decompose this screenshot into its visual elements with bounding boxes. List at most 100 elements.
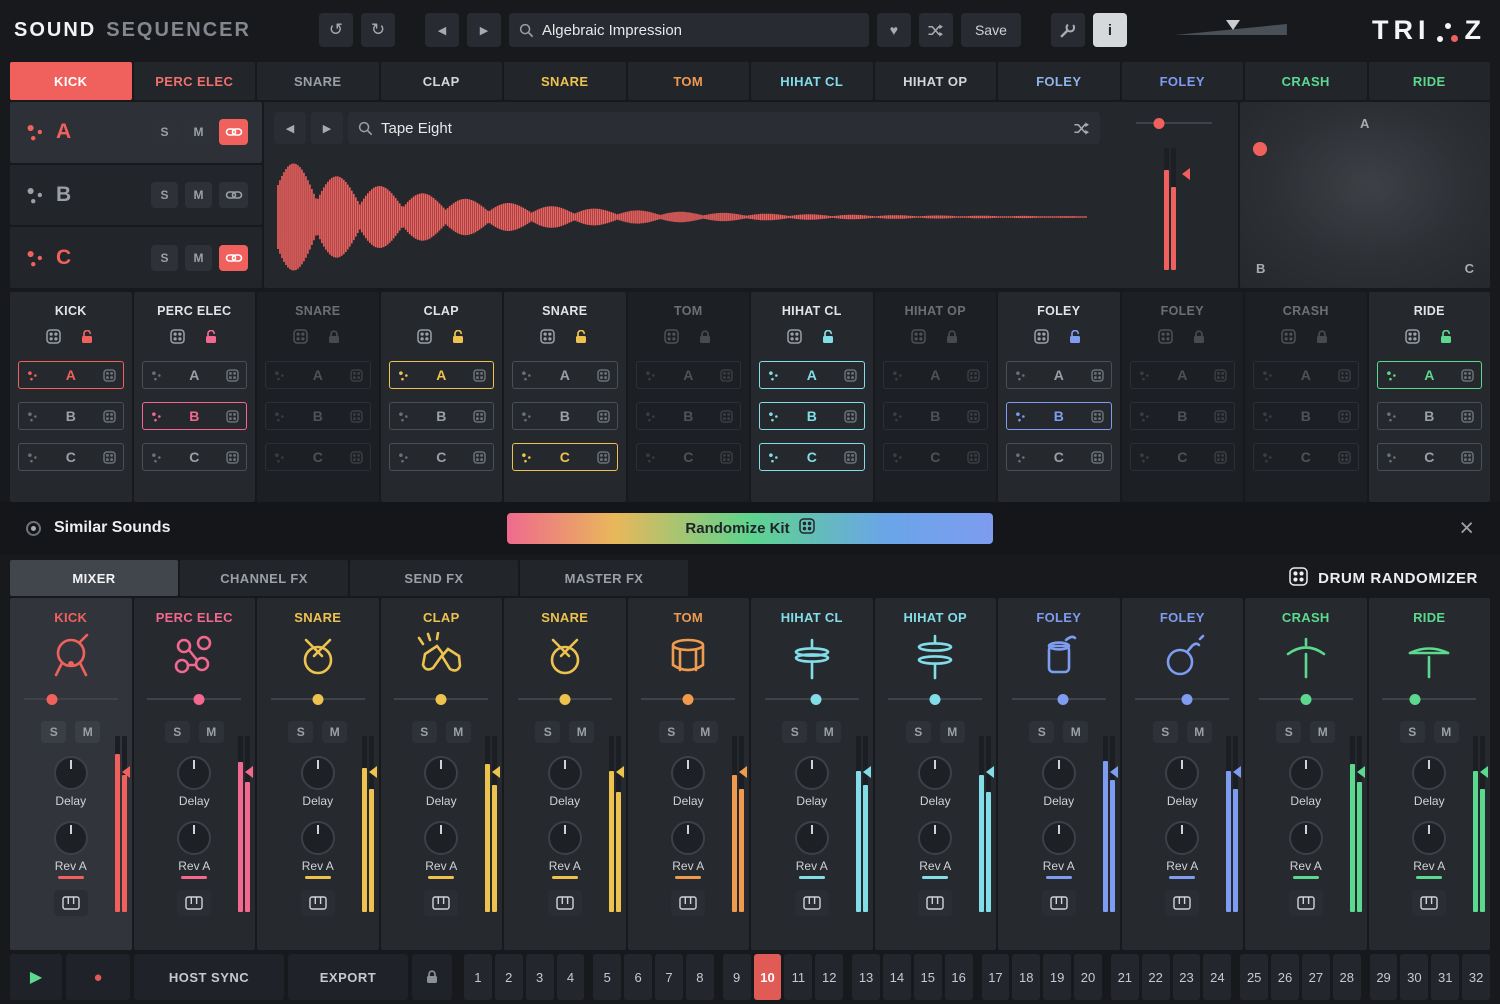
prev-preset-button[interactable]: ◀ — [425, 13, 459, 47]
layer-solo-button[interactable]: S — [151, 245, 178, 271]
layer-link-button[interactable] — [219, 245, 248, 271]
variation-cell-perc-elec-A[interactable]: A — [142, 361, 248, 389]
channel-mute-button[interactable]: M — [569, 721, 594, 743]
step-32[interactable]: 32 — [1462, 954, 1490, 1000]
variation-cell-foley-B[interactable]: B — [1006, 402, 1112, 430]
channel-solo-button[interactable]: S — [41, 721, 66, 743]
reverb-send-knob[interactable] — [671, 821, 705, 855]
variation-cell-hihat-cl-C[interactable]: C — [759, 443, 865, 471]
column-lock-button[interactable] — [203, 330, 219, 349]
channel-keyboard-button[interactable] — [1289, 890, 1323, 916]
meter-marker-icon[interactable] — [1182, 168, 1190, 180]
variation-cell-perc-elec-B[interactable]: B — [142, 402, 248, 430]
similar-sounds-radio[interactable] — [26, 521, 41, 536]
column-random-button[interactable] — [293, 329, 308, 349]
sample-search-input[interactable] — [381, 120, 1065, 137]
column-random-button[interactable] — [787, 329, 802, 349]
channel-solo-button[interactable]: S — [412, 721, 437, 743]
reverb-send-knob[interactable] — [548, 821, 582, 855]
track-tab-ride-12[interactable]: RIDE — [1369, 62, 1491, 100]
channel-solo-button[interactable]: S — [659, 721, 684, 743]
channel-keyboard-button[interactable] — [548, 890, 582, 916]
column-random-button[interactable] — [1405, 329, 1420, 349]
step-5[interactable]: 5 — [593, 954, 621, 1000]
step-4[interactable]: 4 — [557, 954, 585, 1000]
track-tab-hihat-cl-7[interactable]: HIHAT CL — [751, 62, 873, 100]
variation-cell-hihat-op-C[interactable]: C — [883, 443, 989, 471]
variation-cell-snare-C[interactable]: C — [265, 443, 371, 471]
channel-volume-slider[interactable] — [24, 692, 118, 706]
xy-cursor[interactable] — [1253, 142, 1267, 156]
variation-cell-ride-C[interactable]: C — [1377, 443, 1483, 471]
meter-marker-icon[interactable] — [1480, 766, 1488, 778]
channel-mute-button[interactable]: M — [199, 721, 224, 743]
step-16[interactable]: 16 — [945, 954, 973, 1000]
channel-volume-slider[interactable] — [147, 692, 241, 706]
step-18[interactable]: 18 — [1012, 954, 1040, 1000]
preset-search-input[interactable] — [542, 22, 859, 39]
step-15[interactable]: 15 — [914, 954, 942, 1000]
meter-marker-icon[interactable] — [616, 766, 624, 778]
column-lock-button[interactable] — [1438, 330, 1454, 349]
variation-cell-ride-B[interactable]: B — [1377, 402, 1483, 430]
step-24[interactable]: 24 — [1203, 954, 1231, 1000]
reverb-send-knob[interactable] — [54, 821, 88, 855]
step-20[interactable]: 20 — [1074, 954, 1102, 1000]
variation-cell-foley-C[interactable]: C — [1006, 443, 1112, 471]
meter-marker-icon[interactable] — [369, 766, 377, 778]
channel-volume-slider[interactable] — [518, 692, 612, 706]
track-tab-snare-3[interactable]: SNARE — [257, 62, 379, 100]
column-lock-button[interactable] — [326, 330, 342, 349]
volume-dot[interactable] — [46, 694, 57, 705]
reverb-send-knob[interactable] — [1042, 821, 1076, 855]
meter-marker-icon[interactable] — [986, 766, 994, 778]
track-tab-foley-10[interactable]: FOLEY — [1122, 62, 1244, 100]
column-lock-button[interactable] — [573, 330, 589, 349]
channel-keyboard-button[interactable] — [795, 890, 829, 916]
step-25[interactable]: 25 — [1240, 954, 1268, 1000]
variation-cell-clap-C[interactable]: C — [389, 443, 495, 471]
step-19[interactable]: 19 — [1043, 954, 1071, 1000]
export-button[interactable]: EXPORT — [288, 954, 408, 1000]
mixer-channel-crash-11[interactable]: CRASH S M Delay Rev A — [1245, 598, 1367, 950]
variation-cell-perc-elec-C[interactable]: C — [142, 443, 248, 471]
settings-button[interactable] — [1051, 13, 1085, 47]
column-lock-button[interactable] — [1191, 330, 1207, 349]
step-1[interactable]: 1 — [464, 954, 492, 1000]
variation-cell-tom-A[interactable]: A — [636, 361, 742, 389]
column-random-button[interactable] — [1158, 329, 1173, 349]
variation-cell-foley-C[interactable]: C — [1130, 443, 1236, 471]
meter-marker-icon[interactable] — [1233, 766, 1241, 778]
step-31[interactable]: 31 — [1431, 954, 1459, 1000]
variation-cell-hihat-cl-B[interactable]: B — [759, 402, 865, 430]
column-lock-button[interactable] — [944, 330, 960, 349]
volume-dot[interactable] — [1058, 694, 1069, 705]
track-tab-hihat-op-8[interactable]: HIHAT OP — [875, 62, 997, 100]
track-tab-tom-6[interactable]: TOM — [628, 62, 750, 100]
volume-dot[interactable] — [930, 694, 941, 705]
volume-dot[interactable] — [1410, 694, 1421, 705]
step-6[interactable]: 6 — [624, 954, 652, 1000]
step-30[interactable]: 30 — [1400, 954, 1428, 1000]
variation-cell-snare-A[interactable]: A — [512, 361, 618, 389]
step-22[interactable]: 22 — [1142, 954, 1170, 1000]
channel-solo-button[interactable]: S — [1276, 721, 1301, 743]
step-8[interactable]: 8 — [686, 954, 714, 1000]
reverb-send-knob[interactable] — [1412, 821, 1446, 855]
meter-marker-icon[interactable] — [492, 766, 500, 778]
mixer-channel-foley-9[interactable]: FOLEY S M Delay Rev A — [998, 598, 1120, 950]
delay-send-knob[interactable] — [795, 756, 829, 790]
meter-marker-icon[interactable] — [863, 766, 871, 778]
transport-lock-button[interactable] — [412, 954, 452, 1000]
volume-dot[interactable] — [683, 694, 694, 705]
next-preset-button[interactable]: ▶ — [467, 13, 501, 47]
channel-mute-button[interactable]: M — [816, 721, 841, 743]
channel-volume-slider[interactable] — [394, 692, 488, 706]
step-11[interactable]: 11 — [784, 954, 812, 1000]
fader-thumb[interactable] — [1226, 20, 1240, 30]
prev-sample-button[interactable]: ◀ — [274, 112, 306, 144]
mixer-channel-clap-4[interactable]: CLAP S M Delay Rev A — [381, 598, 503, 950]
channel-mute-button[interactable]: M — [446, 721, 471, 743]
step-29[interactable]: 29 — [1370, 954, 1398, 1000]
next-sample-button[interactable]: ▶ — [311, 112, 343, 144]
